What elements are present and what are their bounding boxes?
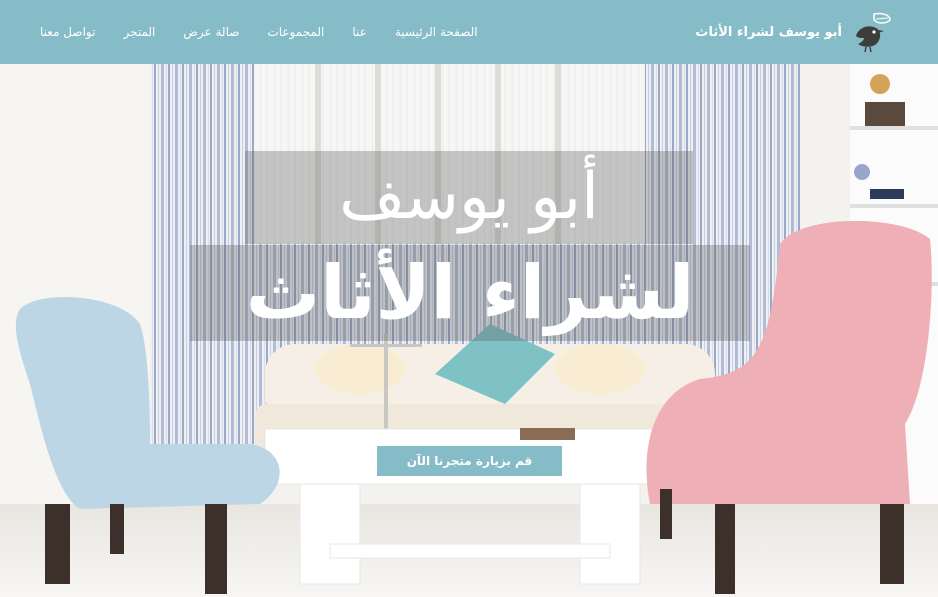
nav-item-collections[interactable]: المجموعات <box>267 25 324 39</box>
nav-item-showroom[interactable]: صالة عرض <box>183 25 239 39</box>
nav-item-home[interactable]: الصفحة الرئيسية <box>395 25 478 39</box>
site-header: الصفحة الرئيسية عنا المجموعات صالة عرض ا… <box>0 0 938 64</box>
brand[interactable]: أبو يوسف لشراء الأثاث <box>695 12 892 53</box>
nav-item-about[interactable]: عنا <box>352 25 366 39</box>
hero-title-line-1: أبو يوسف <box>339 160 599 234</box>
brand-name: أبو يوسف لشراء الأثاث <box>695 24 842 40</box>
bird-logo-icon <box>856 12 891 53</box>
nav-item-shop[interactable]: المتجر <box>123 25 155 39</box>
visit-store-button[interactable]: قم بزيارة متجرنا الآن <box>377 446 562 476</box>
main-nav: الصفحة الرئيسية عنا المجموعات صالة عرض ا… <box>40 0 478 64</box>
hero-section: أبو يوسف لشراء الأثاث قم بزيارة متجرنا ا… <box>0 64 938 597</box>
hero-title-line-2: لشراء الأثاث <box>245 250 695 336</box>
nav-item-contact[interactable]: تواصل معنا <box>40 25 95 39</box>
